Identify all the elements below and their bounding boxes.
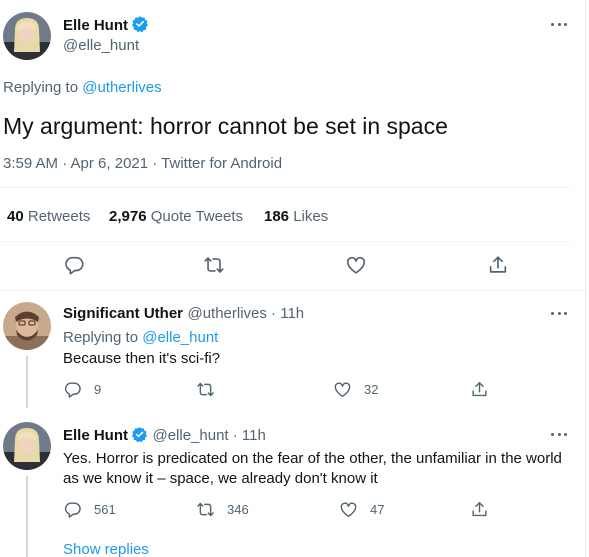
divider <box>0 241 570 242</box>
reply-icon <box>63 500 82 519</box>
like-count: 47 <box>370 502 385 517</box>
tweet-text: My argument: horror cannot be set in spa… <box>3 113 448 139</box>
replying-prefix: Replying to <box>63 329 143 346</box>
quote-tweets-stat[interactable]: 2,976 Quote Tweets <box>109 208 243 225</box>
like-icon <box>333 380 352 399</box>
reply-count: 9 <box>94 382 102 397</box>
retweet-icon <box>203 254 225 276</box>
reply-count: 561 <box>94 502 116 517</box>
like-icon <box>339 500 358 519</box>
reply-button[interactable]: 9 <box>63 380 101 399</box>
reply-handle-time[interactable]: @utherlives · 11h <box>187 305 304 322</box>
share-button[interactable] <box>470 500 489 519</box>
reply-text: Yes. Horror is predicated on the fear of… <box>63 450 562 487</box>
divider <box>0 290 586 291</box>
like-button[interactable]: 32 <box>333 380 378 399</box>
likes-label: Likes <box>293 208 329 225</box>
like-count: 32 <box>364 382 379 397</box>
show-replies-link[interactable]: Show replies <box>63 541 149 557</box>
reply-avatar[interactable] <box>3 302 51 350</box>
reply-handle-time[interactable]: @elle_hunt · 11h <box>152 427 265 444</box>
more-icon[interactable] <box>548 427 570 441</box>
reply-author-name[interactable]: Significant Uther <box>63 305 183 322</box>
reply-author-name[interactable]: Elle Hunt <box>63 427 128 444</box>
reply-button[interactable]: 561 <box>63 500 116 519</box>
author-handle[interactable]: @elle_hunt <box>63 37 139 54</box>
replying-to-link[interactable]: @elle_hunt <box>142 329 218 346</box>
retweet-button[interactable]: 346 <box>196 500 249 519</box>
quotes-count: 2,976 <box>109 208 147 225</box>
author-avatar[interactable] <box>3 12 51 60</box>
more-icon[interactable] <box>548 306 570 320</box>
tweet-timestamp[interactable]: 3:59 AM · Apr 6, 2021 · Twitter for Andr… <box>3 155 282 172</box>
author-name[interactable]: Elle Hunt <box>63 17 128 34</box>
show-replies-label: Show replies <box>63 541 149 557</box>
share-icon <box>470 380 489 399</box>
reply-replying-to: Replying to @elle_hunt <box>63 329 218 346</box>
like-button[interactable] <box>345 254 367 276</box>
retweet-button[interactable] <box>196 380 215 399</box>
share-icon <box>487 254 509 276</box>
retweets-stat[interactable]: 40 Retweets <box>7 208 90 225</box>
reply-header: Significant Uther @utherlives · 11h <box>63 305 304 323</box>
reply-icon <box>63 380 82 399</box>
thread-connector <box>26 476 28 557</box>
retweet-icon <box>196 380 215 399</box>
more-icon[interactable] <box>548 17 570 31</box>
author-name-row: Elle Hunt <box>63 15 149 38</box>
tweet-thread: Elle Hunt @elle_hunt Replying to @utherl… <box>0 0 586 557</box>
share-icon <box>470 500 489 519</box>
like-icon <box>345 254 367 276</box>
like-button[interactable]: 47 <box>339 500 384 519</box>
retweet-button[interactable] <box>203 254 225 276</box>
retweet-icon <box>196 500 215 519</box>
retweets-label: Retweets <box>27 208 91 225</box>
reply-header: Elle Hunt @elle_hunt · 11h <box>63 426 266 448</box>
replying-to-link[interactable]: @utherlives <box>82 79 161 96</box>
replying-to: Replying to @utherlives <box>3 79 162 96</box>
likes-count: 186 <box>264 208 290 225</box>
reply-button[interactable] <box>63 254 85 276</box>
thread-connector <box>26 356 28 408</box>
reply-text: Because then it's sci-fi? <box>63 350 221 367</box>
divider <box>0 187 570 188</box>
likes-stat[interactable]: 186 Likes <box>264 208 328 225</box>
verified-icon <box>131 15 149 38</box>
reply-avatar[interactable] <box>3 422 51 470</box>
retweet-count: 346 <box>227 502 249 517</box>
retweets-count: 40 <box>7 208 24 225</box>
share-button[interactable] <box>487 254 509 276</box>
replying-prefix: Replying to <box>3 79 83 96</box>
verified-icon <box>131 426 148 448</box>
reply-icon <box>63 254 85 276</box>
quotes-label: Quote Tweets <box>150 208 243 225</box>
share-button[interactable] <box>470 380 489 399</box>
